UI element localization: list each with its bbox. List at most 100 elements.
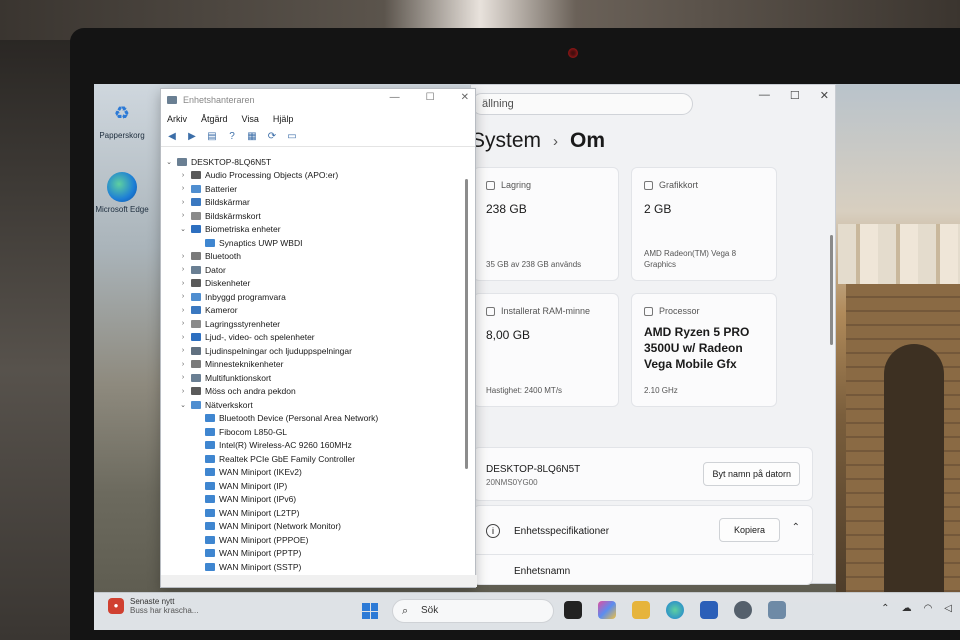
volume-icon[interactable]: ◁ — [944, 603, 952, 614]
tree-category[interactable]: › Batterier — [165, 182, 465, 196]
tree-category[interactable]: › Möss och andra pekdon — [165, 385, 465, 399]
store-icon[interactable] — [700, 601, 718, 619]
tree-category[interactable]: › Audio Processing Objects (APO:er) — [165, 169, 465, 183]
tree-category[interactable]: ⌄ Nätverkskort — [165, 398, 465, 412]
chevron-right-icon[interactable]: › — [179, 253, 187, 260]
tree-device[interactable]: WAN Miniport (IPv6) — [165, 493, 465, 507]
ram-card[interactable]: Installerat RAM-minne 8,00 GB Hastighet:… — [473, 293, 619, 407]
processor-card[interactable]: Processor AMD Ryzen 5 PRO 3500U w/ Radeo… — [631, 293, 777, 407]
settings-scrollbar[interactable] — [830, 235, 833, 345]
tree-device[interactable]: WAN Miniport (IKEv2) — [165, 466, 465, 480]
back-arrow-icon[interactable]: ◀ — [165, 131, 179, 143]
chevron-right-icon[interactable]: › — [179, 185, 187, 192]
maximize-icon[interactable]: ☐ — [426, 92, 435, 103]
forward-arrow-icon[interactable]: ▶ — [185, 131, 199, 143]
device-icon — [205, 454, 215, 463]
tree-category[interactable]: › Bildskärmar — [165, 196, 465, 210]
menu-visa[interactable]: Visa — [242, 114, 259, 124]
chevron-right-icon[interactable]: › — [179, 172, 187, 179]
news-widget[interactable]: ● Senaste nytt Buss har krascha... — [108, 597, 198, 615]
chevron-right-icon[interactable]: › — [179, 293, 187, 300]
tree-category[interactable]: › Bluetooth — [165, 250, 465, 264]
tree-root[interactable]: ⌄ DESKTOP-8LQ6N5T — [165, 155, 465, 169]
chevron-right-icon[interactable]: › — [179, 320, 187, 327]
device-manager-taskbar-icon[interactable] — [768, 601, 786, 619]
close-icon[interactable]: ✕ — [820, 89, 829, 102]
tree-device[interactable]: Synaptics UWP WBDI — [165, 236, 465, 250]
file-explorer-icon[interactable] — [632, 601, 650, 619]
close-icon[interactable]: ✕ — [461, 92, 469, 103]
chevron-right-icon[interactable]: › — [179, 347, 187, 354]
settings-window: ällning — ☐ ✕ System › Om Lagring 238 GB… — [470, 84, 836, 585]
menu-atgard[interactable]: Åtgärd — [201, 114, 228, 124]
help-icon[interactable]: ? — [225, 131, 239, 143]
tree-device[interactable]: Realtek PCIe GbE Family Controller — [165, 452, 465, 466]
chevron-right-icon[interactable]: › — [179, 266, 187, 273]
taskbar-search[interactable]: ⌕ Sök — [392, 599, 554, 623]
chevron-right-icon[interactable]: › — [179, 361, 187, 368]
tree-device[interactable]: WAN Miniport (PPPOE) — [165, 533, 465, 547]
chevron-down-icon[interactable]: ⌄ — [179, 401, 187, 409]
horizontal-scrollbar[interactable] — [161, 575, 477, 587]
tree-device[interactable]: Intel(R) Wireless-AC 9260 160MHz — [165, 439, 465, 453]
menu-arkiv[interactable]: Arkiv — [167, 114, 187, 124]
desktop-icon-edge[interactable]: Microsoft Edge — [94, 172, 150, 214]
start-button[interactable] — [362, 603, 378, 619]
tree-category[interactable]: › Inbyggd programvara — [165, 290, 465, 304]
chevron-right-icon[interactable]: › — [179, 199, 187, 206]
onedrive-icon[interactable]: ☁ — [902, 603, 912, 614]
graphics-card[interactable]: Grafikkort 2 GB AMD Radeon(TM) Vega 8 Gr… — [631, 167, 777, 281]
tree-label: Möss och andra pekdon — [205, 386, 296, 397]
tree-category[interactable]: › Dator — [165, 263, 465, 277]
tree-device[interactable]: Bluetooth Device (Personal Area Network) — [165, 412, 465, 426]
task-view-icon[interactable] — [564, 601, 582, 619]
news-subtitle: Buss har krascha... — [130, 606, 199, 615]
tree-scrollbar[interactable] — [465, 179, 468, 469]
chevron-down-icon[interactable]: ⌄ — [165, 158, 173, 166]
tree-device[interactable]: WAN Miniport (L2TP) — [165, 506, 465, 520]
tree-category[interactable]: › Ljud-, video- och spelenheter — [165, 331, 465, 345]
chevron-right-icon[interactable]: › — [179, 280, 187, 287]
maximize-icon[interactable]: ☐ — [790, 89, 800, 102]
tree-device[interactable]: WAN Miniport (PPTP) — [165, 547, 465, 561]
device-icon — [191, 387, 201, 396]
update-driver-icon[interactable]: ⟳ — [265, 131, 279, 143]
edge-taskbar-icon[interactable] — [666, 601, 684, 619]
wifi-icon[interactable]: ◠ — [924, 603, 933, 614]
copilot-icon[interactable] — [598, 601, 616, 619]
chevron-up-icon[interactable]: ⌃ — [792, 522, 800, 533]
chevron-down-icon[interactable]: ⌄ — [179, 225, 187, 233]
tree-device[interactable]: WAN Miniport (Network Monitor) — [165, 520, 465, 534]
copy-button[interactable]: Kopiera — [718, 518, 780, 542]
settings-search-input[interactable]: ällning — [471, 93, 693, 115]
tree-category[interactable]: › Minnesteknikenheter — [165, 358, 465, 372]
chevron-up-icon[interactable]: ⌃ — [881, 603, 889, 614]
chevron-right-icon[interactable]: › — [179, 307, 187, 314]
menu-hjalp[interactable]: Hjälp — [273, 114, 294, 124]
wallpaper-bridge-arch — [884, 344, 944, 594]
chevron-right-icon[interactable]: › — [179, 374, 187, 381]
storage-card[interactable]: Lagring 238 GB 35 GB av 238 GB används — [473, 167, 619, 281]
tree-category[interactable]: ⌄ Biometriska enheter — [165, 223, 465, 237]
tree-device[interactable]: Fibocom L850-GL — [165, 425, 465, 439]
minimize-icon[interactable]: — — [759, 89, 770, 102]
monitor-icon[interactable]: ▭ — [285, 131, 299, 143]
view-icon[interactable]: ▦ — [245, 131, 259, 143]
breadcrumb-parent[interactable]: System — [471, 129, 541, 153]
tree-category[interactable]: › Ljudinspelningar och ljuduppspelningar — [165, 344, 465, 358]
minimize-icon[interactable]: — — [390, 92, 400, 103]
tree-category[interactable]: › Lagringsstyrenheter — [165, 317, 465, 331]
tree-device[interactable]: WAN Miniport (SSTP) — [165, 560, 465, 574]
tree-category[interactable]: › Diskenheter — [165, 277, 465, 291]
desktop-icon-recycle-bin[interactable]: ♻ Papperskorg — [94, 98, 150, 141]
tree-category[interactable]: › Kameror — [165, 304, 465, 318]
settings-gear-icon[interactable] — [734, 601, 752, 619]
tree-category[interactable]: › Multifunktionskort — [165, 371, 465, 385]
tree-device[interactable]: WAN Miniport (IP) — [165, 479, 465, 493]
chevron-right-icon[interactable]: › — [179, 334, 187, 341]
rename-pc-button[interactable]: Byt namn på datorn — [703, 462, 800, 486]
tree-category[interactable]: › Bildskärmskort — [165, 209, 465, 223]
chevron-right-icon[interactable]: › — [179, 212, 187, 219]
chevron-right-icon[interactable]: › — [179, 388, 187, 395]
properties-icon[interactable]: ▤ — [205, 131, 219, 143]
